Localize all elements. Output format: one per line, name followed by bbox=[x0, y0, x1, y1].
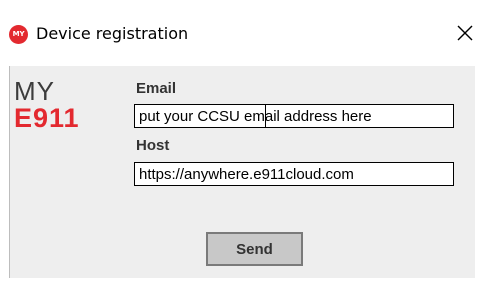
window-title: Device registration bbox=[36, 24, 189, 43]
host-field-value: https://anywhere.e911cloud.com bbox=[139, 166, 354, 183]
text-caret bbox=[265, 105, 266, 127]
logo-my-text: MY bbox=[14, 76, 55, 106]
my-e911-logo: MY E911 bbox=[14, 78, 84, 138]
email-field-value: put your CCSU email address here bbox=[139, 108, 372, 125]
device-registration-window: MY Device registration MY E911 Email put… bbox=[0, 0, 485, 282]
logo-e911-text: E911 bbox=[14, 103, 80, 133]
close-button[interactable] bbox=[447, 14, 483, 52]
email-label: Email bbox=[136, 80, 177, 97]
e911-app-icon: MY bbox=[9, 25, 28, 44]
host-label: Host bbox=[136, 137, 170, 154]
email-field[interactable]: put your CCSU email address here bbox=[134, 104, 454, 128]
send-button[interactable]: Send bbox=[206, 232, 303, 266]
close-icon bbox=[456, 24, 474, 42]
title-bar[interactable]: MY Device registration bbox=[0, 0, 485, 66]
host-field[interactable]: https://anywhere.e911cloud.com bbox=[134, 162, 454, 186]
